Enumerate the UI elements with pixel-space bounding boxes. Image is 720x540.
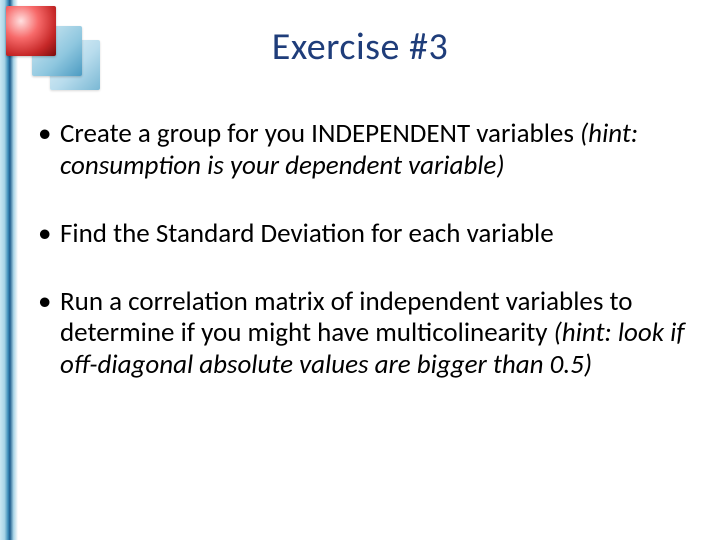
bullet-text: Run a correlation matrix of independent …: [60, 285, 633, 350]
list-item: Run a correlation matrix of independent …: [32, 286, 692, 382]
bullet-text: Create a group for you INDEPENDENT varia…: [60, 117, 580, 150]
bullet-list: Create a group for you INDEPENDENT varia…: [32, 118, 692, 381]
list-item: Create a group for you INDEPENDENT varia…: [32, 118, 692, 182]
list-item: Find the Standard Deviation for each var…: [32, 218, 692, 250]
slide-body: Create a group for you INDEPENDENT varia…: [32, 118, 692, 417]
slide-title: Exercise #3: [0, 24, 720, 70]
bullet-text: Find the Standard Deviation for each var…: [60, 217, 554, 250]
